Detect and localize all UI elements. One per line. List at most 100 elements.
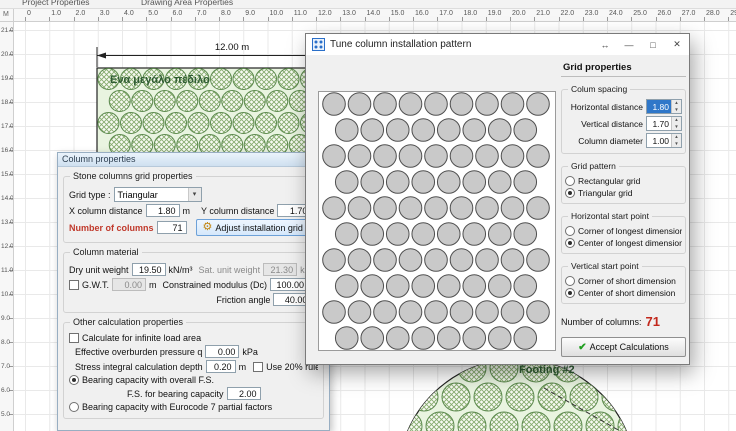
column-diameter-label: Column diameter bbox=[578, 135, 643, 146]
corner-longest-radio[interactable] bbox=[565, 226, 575, 236]
tune-pattern-dialog: Tune column installation pattern ↔ — □ ✕… bbox=[305, 33, 690, 365]
column-properties-dialog: Column properties Stone columns grid pro… bbox=[57, 152, 330, 431]
vertical-distance-label: Vertical distance bbox=[581, 118, 643, 129]
horizontal-distance-spinner[interactable]: 1.80 ▲ ▼ bbox=[646, 99, 682, 114]
pattern-dialog-icon bbox=[312, 38, 325, 51]
x-distance-unit: m bbox=[182, 205, 191, 216]
ruler-vertical: 21.0 20.0 19.0 18.0 17.0 16.0 15.0 14.0 13.0 12.0… bbox=[0, 22, 14, 431]
center-short-label: Center of short dimension bbox=[578, 288, 676, 298]
rectangular-grid-radio[interactable] bbox=[565, 176, 575, 186]
gwt-unit: m bbox=[149, 279, 157, 290]
column-spacing-group: Colum spacing Horizontal distance 1.80 ▲… bbox=[561, 84, 686, 154]
gear-icon: ⚙ bbox=[202, 221, 213, 233]
triangular-grid-radio[interactable] bbox=[565, 188, 575, 198]
accept-calculations-button[interactable]: ✔ Accept Calculations bbox=[561, 337, 686, 357]
fs-bearing-label: F.S. for bearing capacity bbox=[127, 388, 224, 399]
grid-type-select[interactable]: Triangular ▾ bbox=[113, 187, 202, 202]
accept-button-label: Accept Calculations bbox=[589, 342, 669, 352]
adjust-button-label: Adjust installation grid bbox=[215, 222, 303, 233]
center-longest-radio[interactable] bbox=[565, 238, 575, 248]
infinite-load-checkbox[interactable] bbox=[69, 333, 79, 343]
bearing-overall-fs-radio[interactable] bbox=[69, 375, 79, 385]
stone-columns-grid-group: Stone columns grid properties Grid type … bbox=[63, 171, 324, 243]
preview-columns bbox=[322, 92, 550, 350]
constrained-modulus-input[interactable]: 100.00 bbox=[270, 278, 309, 291]
number-of-columns-label: Number of columns: bbox=[561, 316, 642, 327]
column-material-group: Column material Dry unit weight 19.50 kN… bbox=[63, 247, 324, 313]
fs-bearing-input[interactable]: 2.00 bbox=[226, 387, 261, 400]
footing2-label: Footing #2 bbox=[519, 364, 575, 376]
gwt-checkbox[interactable] bbox=[69, 279, 79, 290]
corner-longest-label: Corner of longest dimension bbox=[578, 226, 682, 236]
stress-depth-label: Stress integral calculation depth bbox=[75, 361, 203, 372]
column-properties-titlebar[interactable]: Column properties bbox=[58, 153, 329, 167]
dimension-label: 12.00 m bbox=[215, 42, 249, 53]
dry-unit-weight-label: Dry unit weight bbox=[69, 264, 129, 275]
pin-button[interactable]: ↔ bbox=[593, 34, 617, 55]
other-calculation-group: Other calculation properties Calculate f… bbox=[63, 317, 324, 419]
vertical-distance-spinner[interactable]: 1.70 ▲ ▼ bbox=[646, 116, 682, 131]
close-button[interactable]: ✕ bbox=[665, 34, 689, 55]
rule20-checkbox[interactable] bbox=[253, 361, 264, 372]
group-title: Column material bbox=[70, 247, 142, 257]
spin-down-icon[interactable]: ▼ bbox=[672, 140, 681, 147]
group-title: Grid pattern bbox=[568, 161, 619, 171]
pattern-preview bbox=[318, 91, 556, 351]
grid-type-value: Triangular bbox=[117, 189, 158, 200]
center-longest-label: Center of longest dimension bbox=[578, 238, 682, 248]
x-distance-label: X column distance bbox=[69, 205, 143, 216]
y-distance-label: Y column distance bbox=[201, 205, 275, 216]
maximize-button[interactable]: □ bbox=[641, 34, 665, 55]
gwt-label: G.W.T. bbox=[82, 279, 109, 290]
gwt-input: 0.00 bbox=[112, 278, 146, 291]
overburden-input[interactable]: 0.00 bbox=[205, 345, 240, 358]
grid-properties-header: Grid properties bbox=[561, 59, 686, 77]
sat-unit-weight-input: 21.30 bbox=[263, 263, 298, 276]
column-diameter-spinner[interactable]: 1.00 ▲ ▼ bbox=[646, 133, 682, 148]
grid-pattern-group: Grid pattern Rectangular grid Triangular… bbox=[561, 161, 686, 204]
rectangular-grid-label: Rectangular grid bbox=[578, 176, 641, 186]
top-toolbar: Project Properties Drawing Area Properti… bbox=[0, 0, 736, 9]
grid-type-label: Grid type : bbox=[69, 189, 111, 200]
tune-dialog-body: Grid properties Colum spacing Horizontal… bbox=[306, 55, 689, 365]
column-properties-body: Stone columns grid properties Grid type … bbox=[58, 171, 329, 430]
vertical-distance-value[interactable]: 1.70 bbox=[647, 117, 671, 130]
ruler-horizontal: 0 1.0 2.0 3.0 4.0 5.0 6.0 7.0 8.0 9.0 10.0 11.0 12.0… bbox=[14, 9, 736, 22]
footing1-label: Ενα μεγάλο πέδιλο bbox=[110, 74, 210, 86]
group-title: Other calculation properties bbox=[70, 317, 187, 327]
overburden-unit: kPa bbox=[242, 346, 258, 357]
chevron-down-icon[interactable]: ▾ bbox=[187, 188, 201, 201]
number-of-columns-value: 71 bbox=[645, 314, 660, 329]
drawing-area-properties-toolbar-label[interactable]: Drawing Area Properties bbox=[141, 0, 233, 7]
horizontal-distance-value[interactable]: 1.80 bbox=[647, 100, 671, 113]
corner-short-radio[interactable] bbox=[565, 276, 575, 286]
adjust-installation-grid-button[interactable]: ⚙ Adjust installation grid bbox=[195, 219, 310, 236]
spin-down-icon[interactable]: ▼ bbox=[672, 106, 681, 113]
stress-depth-input[interactable]: 0.20 bbox=[205, 360, 236, 373]
triangular-grid-label: Triangular grid bbox=[578, 188, 633, 198]
project-properties-toolbar-label[interactable]: Project Properties bbox=[22, 0, 90, 7]
dry-unit-weight-input[interactable]: 19.50 bbox=[131, 263, 166, 276]
footing-2[interactable]: Footing #2 bbox=[394, 354, 662, 431]
minimize-button[interactable]: — bbox=[617, 34, 641, 55]
number-of-columns-label: Number of columns bbox=[69, 222, 154, 233]
application-window: Project Properties Drawing Area Properti… bbox=[0, 0, 736, 431]
tune-dialog-titlebar[interactable]: Tune column installation pattern ↔ — □ ✕ bbox=[306, 34, 689, 55]
x-distance-input[interactable]: 1.80 bbox=[145, 204, 180, 217]
friction-angle-label: Friction angle bbox=[216, 294, 271, 305]
corner-short-label: Corner of short dimension bbox=[578, 276, 676, 286]
grid-properties-panel: Grid properties Colum spacing Horizontal… bbox=[561, 59, 686, 357]
vertical-start-group: Vertical start point Corner of short dim… bbox=[561, 261, 686, 304]
center-short-radio[interactable] bbox=[565, 288, 575, 298]
group-title: Vertical start point bbox=[568, 261, 642, 271]
group-title: Stone columns grid properties bbox=[70, 171, 196, 181]
infinite-load-label: Calculate for infinite load area bbox=[82, 333, 202, 343]
number-of-columns-field: 71 bbox=[156, 221, 187, 234]
bearing-eurocode-radio[interactable] bbox=[69, 402, 79, 412]
check-icon: ✔ bbox=[578, 341, 587, 353]
column-diameter-value[interactable]: 1.00 bbox=[647, 134, 671, 147]
dimension-arrow-icon bbox=[97, 52, 106, 59]
sat-unit-weight-label: Sat. unit weight bbox=[198, 264, 261, 275]
spin-down-icon[interactable]: ▼ bbox=[672, 123, 681, 130]
ruler-unit-label: M bbox=[0, 9, 14, 22]
